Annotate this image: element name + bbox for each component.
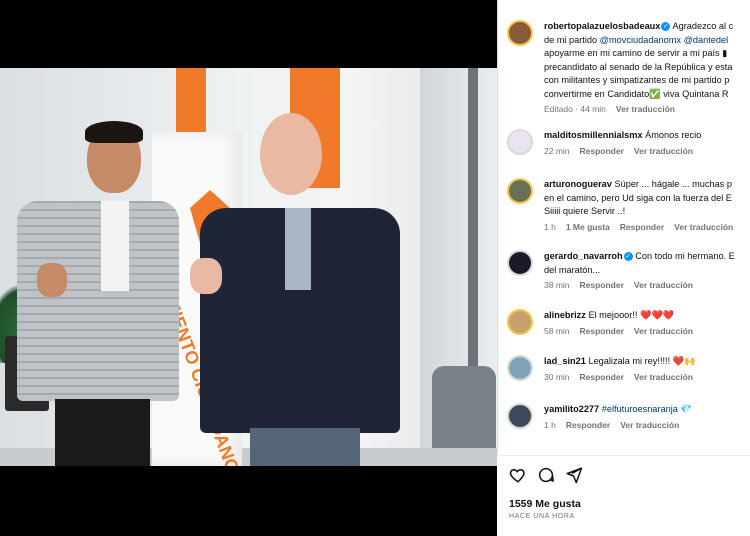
hashtag-link[interactable]: #elfuturoesnaranja (602, 404, 678, 414)
avatar[interactable] (507, 178, 533, 204)
comment-text: Ámonos recio (645, 130, 702, 140)
mention-link[interactable]: @dantedel (684, 35, 729, 45)
username[interactable]: arturonoguerav (544, 179, 612, 189)
timestamp: 30 min (544, 371, 570, 382)
comment-text: Súper ... hágale ... muchas p (614, 179, 732, 189)
translate-link[interactable]: Ver traducción (634, 280, 693, 290)
heart-icon[interactable] (509, 466, 527, 489)
comment-icon[interactable] (537, 466, 555, 489)
reply-button[interactable]: Responder (580, 280, 624, 290)
post-actions-bar: 1559 Me gusta HACE UNA HORA (497, 455, 750, 536)
comment-text: apoyarme en mi camino de servir a mi paí… (544, 48, 728, 58)
username[interactable]: yamilito2277 (544, 404, 599, 414)
timestamp: 1 h (544, 221, 556, 232)
translate-link[interactable]: Ver traducción (634, 326, 693, 336)
hair (85, 121, 143, 143)
plaid-jacket (17, 201, 179, 401)
share-icon[interactable] (565, 466, 583, 489)
timestamp: 22 min (544, 145, 570, 156)
reply-button[interactable]: Responder (566, 420, 610, 430)
avatar[interactable] (507, 250, 533, 276)
comment-text: precandidato al senado de la República y… (544, 61, 733, 72)
likes-count[interactable]: 1559 Me gusta (509, 498, 581, 510)
username[interactable]: lad_sin21 (544, 356, 586, 366)
head (260, 113, 322, 195)
comment-text: de mi partido (544, 34, 600, 45)
verified-icon: ✓ (661, 22, 671, 32)
timestamp: 38 min (544, 280, 570, 290)
avatar[interactable] (507, 309, 533, 335)
username[interactable]: alinebrizz (544, 310, 586, 320)
shirt (101, 201, 129, 291)
mention-link[interactable]: @movciudadanomx (600, 35, 681, 45)
username[interactable]: robertopalazuelosbadeaux (544, 21, 660, 31)
avatar[interactable] (507, 20, 533, 46)
timestamp: Editado · 44 min (544, 104, 606, 114)
comment-text: del maratón... (544, 264, 601, 275)
comments-panel[interactable]: robertopalazuelosbadeaux ✓ Agradezco al c… (497, 0, 750, 536)
raised-fist (37, 263, 67, 297)
raised-fist (190, 258, 222, 294)
comment-text: convertirme en Candidato✅ viva Quintana … (544, 88, 729, 99)
timestamp: 58 min (544, 325, 570, 336)
username[interactable]: malditosmillennialsmx (544, 130, 643, 140)
comment-text: en el camino, pero Ud siga con la fuerza… (544, 192, 732, 203)
translate-link[interactable]: Ver traducción (634, 372, 693, 382)
post-photo: MOVIMIENTO CIUDADANO (0, 68, 497, 466)
translate-link[interactable]: Ver traducción (674, 222, 733, 232)
shirt (285, 208, 311, 290)
post-timestamp: HACE UNA HORA (509, 513, 575, 520)
reply-button[interactable]: Responder (580, 372, 624, 382)
comment-text: Agradezco al c (672, 21, 734, 31)
comment-text: Siiiii quiere Servir ..! (544, 206, 626, 216)
translate-link[interactable]: Ver traducción (620, 420, 679, 430)
timestamp: 1 h (544, 419, 556, 430)
username[interactable]: gerardo_navarroh (544, 251, 623, 261)
translate-link[interactable]: Ver traducción (634, 146, 693, 156)
person-left (15, 121, 185, 466)
reply-button[interactable]: Responder (580, 326, 624, 336)
person-right (190, 108, 405, 466)
comment-text: Legalizala mi rey!!!!! ❤️🙌 (588, 356, 696, 366)
comment-text: El mejooor!! ❤️❤️❤️ (588, 310, 675, 320)
pants (250, 428, 360, 466)
comment-text: Con todo mi hermano. E (635, 251, 735, 261)
avatar[interactable] (507, 355, 533, 381)
comment-text: 💎 (680, 404, 692, 414)
avatar[interactable] (507, 403, 533, 429)
likes-count[interactable]: 1 Me gusta (566, 222, 610, 232)
reply-button[interactable]: Responder (580, 146, 624, 156)
avatar[interactable] (507, 129, 533, 155)
pants (55, 399, 150, 466)
comment-text: con militantes y simpatizantes de mi par… (544, 75, 730, 85)
reply-button[interactable]: Responder (620, 222, 664, 232)
translate-link[interactable]: Ver traducción (616, 104, 675, 114)
verified-icon: ✓ (623, 252, 633, 262)
